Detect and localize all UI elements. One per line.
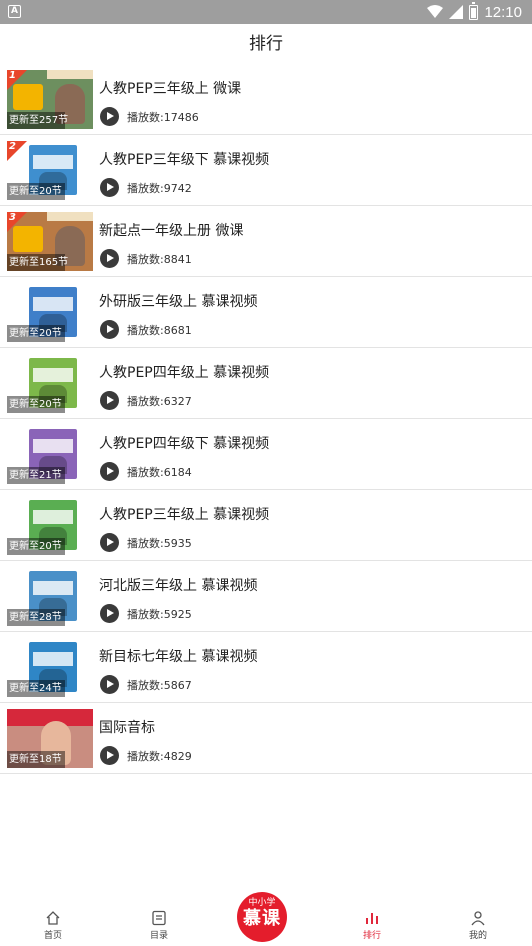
list-item[interactable]: 更新至18节 国际音标播放数:4829 bbox=[0, 703, 532, 774]
nav-mine[interactable]: 我的 bbox=[458, 910, 498, 941]
play-count: 播放数:4829 bbox=[127, 750, 192, 763]
play-count: 播放数:5935 bbox=[127, 537, 192, 550]
rank-icon bbox=[366, 913, 378, 924]
course-title: 人教PEP三年级上 慕课视频 bbox=[99, 507, 270, 523]
update-count-label: 更新至28节 bbox=[7, 609, 65, 626]
course-title: 外研版三年级上 慕课视频 bbox=[99, 294, 258, 310]
update-count-label: 更新至21节 bbox=[7, 467, 65, 484]
play-count: 播放数:6327 bbox=[127, 395, 192, 408]
list-item[interactable]: 更新至20节 人教PEP四年级上 慕课视频播放数:6327 bbox=[0, 348, 532, 419]
course-title: 人教PEP三年级上 微课 bbox=[99, 81, 242, 97]
list-item[interactable]: 2 更新至20节 人教PEP三年级下 慕课视频播放数:9742 bbox=[0, 135, 532, 206]
update-count-label: 更新至165节 bbox=[7, 254, 68, 271]
signal-icon bbox=[449, 5, 464, 19]
rank-number: 2 bbox=[9, 141, 16, 152]
nav-rank[interactable]: 排行 bbox=[352, 910, 392, 941]
course-title: 河北版三年级上 慕课视频 bbox=[99, 578, 258, 594]
play-count: 播放数:8841 bbox=[127, 253, 192, 266]
nav-rank-label: 排行 bbox=[362, 931, 381, 941]
nav-catalog-label: 目录 bbox=[149, 931, 168, 941]
list-item[interactable]: 更新至20节 外研版三年级上 慕课视频播放数:8681 bbox=[0, 277, 532, 348]
course-thumbnail: 更新至28节 bbox=[7, 567, 93, 626]
course-title: 人教PEP四年级下 慕课视频 bbox=[99, 436, 270, 452]
play-icon[interactable] bbox=[100, 249, 119, 268]
thumbnail-strip bbox=[47, 212, 93, 221]
play-count: 播放数:6184 bbox=[127, 466, 192, 479]
course-thumbnail: 更新至20节 bbox=[7, 496, 93, 555]
clock: 12:10 bbox=[484, 3, 522, 21]
list-item[interactable]: 更新至24节 新目标七年级上 慕课视频播放数:5867 bbox=[0, 632, 532, 703]
update-count-label: 更新至24节 bbox=[7, 680, 65, 697]
center-button-big-label: 慕课 bbox=[243, 908, 281, 929]
update-count-label: 更新至20节 bbox=[7, 325, 65, 342]
list-item[interactable]: 更新至20节 人教PEP三年级上 慕课视频播放数:5935 bbox=[0, 490, 532, 561]
bottom-nav: 首页 目录 中小学 慕课 排行 我的 bbox=[0, 892, 532, 946]
thumbnail-big bbox=[13, 226, 43, 252]
status-icons: 12:10 bbox=[427, 1, 522, 21]
course-thumbnail: 2 更新至20节 bbox=[7, 141, 93, 200]
nav-mine-label: 我的 bbox=[468, 931, 487, 941]
thumbnail-big bbox=[13, 84, 43, 110]
play-icon[interactable] bbox=[100, 604, 119, 623]
list-item[interactable]: 更新至21节 人教PEP四年级下 慕课视频播放数:6184 bbox=[0, 419, 532, 490]
update-count-label: 更新至20节 bbox=[7, 396, 65, 413]
update-count-label: 更新至18节 bbox=[7, 751, 65, 768]
list-item[interactable]: 更新至28节 河北版三年级上 慕课视频播放数:5925 bbox=[0, 561, 532, 632]
battery-icon bbox=[469, 1, 479, 20]
play-icon[interactable] bbox=[100, 533, 119, 552]
play-count: 播放数:17486 bbox=[127, 111, 199, 124]
update-count-label: 更新至257节 bbox=[7, 112, 68, 129]
page-title: 排行 bbox=[249, 34, 283, 54]
course-title: 新起点一年级上册 微课 bbox=[99, 223, 244, 239]
course-thumbnail: 3 更新至165节 bbox=[7, 212, 93, 271]
course-title: 人教PEP三年级下 慕课视频 bbox=[99, 152, 270, 168]
list-item[interactable]: 3 更新至165节 新起点一年级上册 微课播放数:8841 bbox=[0, 206, 532, 277]
ranking-list: 1 更新至257节 人教PEP三年级上 微课 播放数:17486 2 更新至20节 人教PE… bbox=[0, 64, 532, 774]
play-icon[interactable] bbox=[100, 320, 119, 339]
play-icon[interactable] bbox=[100, 462, 119, 481]
play-count: 播放数:5867 bbox=[127, 679, 192, 692]
update-count-label: 更新至20节 bbox=[7, 538, 65, 555]
home-icon bbox=[46, 911, 60, 925]
course-title: 国际音标 bbox=[99, 720, 155, 736]
play-count: 播放数:5925 bbox=[127, 608, 192, 621]
wifi-icon bbox=[427, 5, 444, 18]
course-title: 新目标七年级上 慕课视频 bbox=[99, 649, 258, 665]
thumbnail-strip bbox=[47, 70, 93, 79]
nav-home[interactable]: 首页 bbox=[33, 910, 73, 941]
play-icon[interactable] bbox=[100, 391, 119, 410]
course-thumbnail: 更新至20节 bbox=[7, 354, 93, 413]
play-icon[interactable] bbox=[100, 178, 119, 197]
user-icon bbox=[471, 911, 485, 926]
page-header: 排行 bbox=[0, 24, 532, 64]
catalog-icon bbox=[152, 910, 166, 926]
play-count: 播放数:8681 bbox=[127, 324, 192, 337]
course-thumbnail: 更新至24节 bbox=[7, 638, 93, 697]
rank-number: 3 bbox=[9, 212, 16, 223]
play-count: 播放数:9742 bbox=[127, 182, 192, 195]
notification-icon: A bbox=[8, 5, 21, 18]
play-icon[interactable] bbox=[100, 675, 119, 694]
nav-catalog[interactable]: 目录 bbox=[139, 910, 179, 941]
status-bar: A 12:10 bbox=[0, 0, 532, 24]
course-thumbnail: 更新至20节 bbox=[7, 283, 93, 342]
update-count-label: 更新至20节 bbox=[7, 183, 65, 200]
course-thumbnail: 更新至21节 bbox=[7, 425, 93, 484]
course-title: 人教PEP四年级上 慕课视频 bbox=[99, 365, 270, 381]
nav-home-label: 首页 bbox=[43, 931, 62, 941]
course-thumbnail: 1 更新至257节 bbox=[7, 70, 93, 129]
rank-number: 1 bbox=[9, 70, 16, 81]
list-item[interactable]: 1 更新至257节 人教PEP三年级上 微课播放数:17486 bbox=[0, 64, 532, 135]
course-thumbnail: 更新至18节 bbox=[7, 709, 93, 768]
play-icon[interactable] bbox=[100, 107, 119, 126]
play-icon[interactable] bbox=[100, 746, 119, 765]
mooc-center-button[interactable]: 中小学 慕课 bbox=[237, 892, 287, 942]
